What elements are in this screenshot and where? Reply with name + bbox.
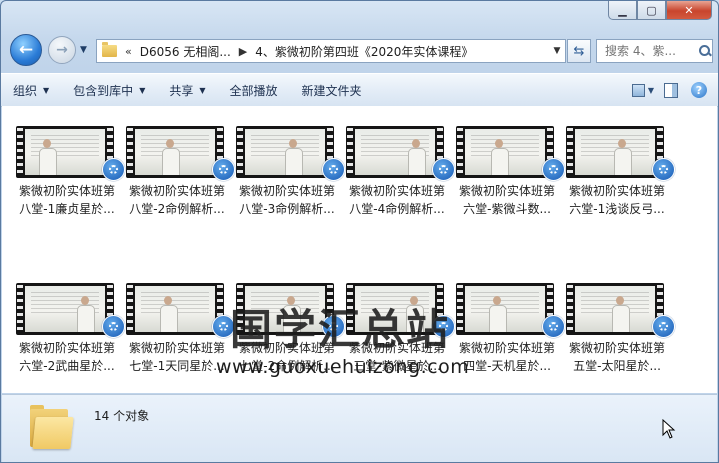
media-player-icon (652, 158, 675, 181)
organize-label: 组织 (13, 83, 38, 98)
video-thumbnail (16, 126, 114, 178)
file-name-line1: 紫微初阶实体班第 (458, 341, 555, 355)
help-icon: ? (691, 82, 707, 98)
breadcrumb-segment-current[interactable]: 4、紫微初阶第四班《2020年实体课程》 (255, 43, 473, 60)
file-name-line1: 紫微初阶实体班第 (128, 341, 225, 355)
file-name-line1: 紫微初阶实体班第 (348, 184, 445, 198)
file-name-line2: 六堂-紫微斗数... (463, 202, 551, 216)
view-icon (632, 83, 645, 97)
chevron-down-icon: ▼ (43, 85, 50, 95)
video-thumbnail (566, 126, 664, 178)
file-name: 紫微初阶实体班第 五堂-太阳星於... (562, 339, 672, 375)
share-menu[interactable]: 共享 ▼ (157, 78, 217, 102)
breadcrumb-segment-parent[interactable]: D6056 无相阁... (140, 43, 231, 60)
file-item[interactable]: 紫微初阶实体班第 八堂-1廉贞星於... (12, 124, 125, 234)
file-item[interactable]: 紫微初阶实体班第 八堂-3命例解析... (232, 124, 345, 234)
folder-icon (30, 405, 74, 451)
address-bar[interactable]: « D6056 无相阁... ▶ 4、紫微初阶第四班《2020年实体课程》 ▼ (96, 39, 566, 63)
share-label: 共享 (169, 83, 194, 98)
preview-pane-icon (664, 82, 678, 98)
folder-icon (102, 42, 117, 57)
file-name: 紫微初阶实体班第 六堂-紫微斗数... (452, 182, 562, 218)
file-item[interactable]: 紫微初阶实体班第 五堂-太阳星於... (562, 281, 675, 391)
preview-pane-button[interactable] (660, 80, 682, 100)
file-name: 紫微初阶实体班第 八堂-1廉贞星於... (12, 182, 122, 218)
address-dropdown-icon[interactable]: ▼ (549, 46, 565, 56)
file-name: 紫微初阶实体班第 八堂-3命例解析... (232, 182, 342, 218)
details-pane: 14 个对象 (2, 394, 717, 462)
help-button[interactable]: ? (688, 80, 710, 100)
file-item[interactable]: 紫微初阶实体班第 八堂-2命例解析... (122, 124, 235, 234)
file-name-line1: 紫微初阶实体班第 (568, 184, 665, 198)
file-item[interactable]: 紫微初阶实体班第 六堂-紫微斗数... (452, 124, 565, 234)
explorer-window: ▁ ▢ ✕ ← → ▼ « D6056 无相阁... ▶ 4、紫微初阶第四班《2… (0, 0, 719, 463)
file-name-line2: 八堂-3命例解析... (239, 202, 335, 216)
file-name-line1: 紫微初阶实体班第 (18, 184, 115, 198)
video-thumbnail (346, 126, 444, 178)
video-thumbnail (16, 283, 114, 335)
maximize-button[interactable]: ▢ (637, 1, 666, 20)
file-name-line1: 紫微初阶实体班第 (238, 184, 335, 198)
breadcrumb-arrow-icon[interactable]: ▶ (239, 45, 247, 58)
file-name-line1: 紫微初阶实体班第 (128, 184, 225, 198)
file-name-line2: 八堂-2命例解析... (129, 202, 225, 216)
video-thumbnail (236, 126, 334, 178)
refresh-button[interactable]: ⇆ (567, 39, 591, 63)
watermark-url: www.guoxuehuizong.com (216, 356, 470, 378)
video-thumbnail (566, 283, 664, 335)
change-view-button[interactable]: ▼ (632, 80, 654, 100)
watermark-text: 国学汇总站 (230, 305, 451, 354)
new-folder-button[interactable]: 新建文件夹 (290, 78, 374, 102)
video-thumbnail (456, 126, 554, 178)
file-name-line2: 八堂-1廉贞星於... (19, 202, 115, 216)
chevron-down-icon: ▼ (647, 85, 654, 95)
caption-buttons: ▁ ▢ ✕ (608, 1, 712, 20)
chevron-down-icon: ▼ (139, 85, 146, 95)
file-name: 紫微初阶实体班第 六堂-2武曲星於... (12, 339, 122, 375)
play-all-button[interactable]: 全部播放 (218, 78, 290, 102)
media-player-icon (652, 315, 675, 338)
close-button[interactable]: ✕ (666, 1, 712, 20)
video-thumbnail (126, 126, 224, 178)
file-name-line2: 六堂-2武曲星於... (19, 359, 115, 373)
file-name-line2: 六堂-1浅谈反弓... (569, 202, 665, 216)
search-input[interactable] (603, 43, 697, 59)
file-name: 紫微初阶实体班第 八堂-2命例解析... (122, 182, 232, 218)
navigation-bar: ← → ▼ « D6056 无相阁... ▶ 4、紫微初阶第四班《2020年实体… (1, 31, 718, 69)
chevron-down-icon: ▼ (199, 85, 206, 95)
file-item[interactable]: 紫微初阶实体班第 八堂-4命例解析... (342, 124, 455, 234)
file-name-line1: 紫微初阶实体班第 (458, 184, 555, 198)
include-library-label: 包含到库中 (73, 83, 134, 98)
include-in-library-menu[interactable]: 包含到库中 ▼ (61, 78, 157, 102)
file-name-line2: 五堂-太阳星於... (573, 359, 661, 373)
file-name: 紫微初阶实体班第 六堂-1浅谈反弓... (562, 182, 672, 218)
search-icon[interactable] (699, 45, 711, 57)
file-item[interactable]: 紫微初阶实体班第 六堂-1浅谈反弓... (562, 124, 675, 234)
search-box[interactable] (596, 39, 713, 63)
command-bar: 组织 ▼ 包含到库中 ▼ 共享 ▼ 全部播放 新建文件夹 ▼ ? (1, 73, 718, 107)
back-button[interactable]: ← (10, 34, 42, 66)
minimize-button[interactable]: ▁ (608, 1, 637, 20)
video-thumbnail (126, 283, 224, 335)
file-item[interactable]: 紫微初阶实体班第 六堂-2武曲星於... (12, 281, 125, 391)
file-name-line1: 紫微初阶实体班第 (18, 341, 115, 355)
video-thumbnail (456, 283, 554, 335)
file-name-line2: 八堂-4命例解析... (349, 202, 445, 216)
file-list[interactable]: 紫微初阶实体班第 八堂-1廉贞星於... 紫微初阶实体班第 八堂-2命例解析... 紫微… (2, 106, 717, 393)
recent-pages-chevron-icon[interactable]: ▼ (80, 45, 87, 55)
forward-button[interactable]: → (48, 36, 76, 64)
organize-menu[interactable]: 组织 ▼ (1, 78, 61, 102)
breadcrumb-overflow[interactable]: « (125, 45, 132, 58)
file-name-line1: 紫微初阶实体班第 (568, 341, 665, 355)
item-count: 14 个对象 (94, 409, 150, 423)
file-name: 紫微初阶实体班第 八堂-4命例解析... (342, 182, 452, 218)
